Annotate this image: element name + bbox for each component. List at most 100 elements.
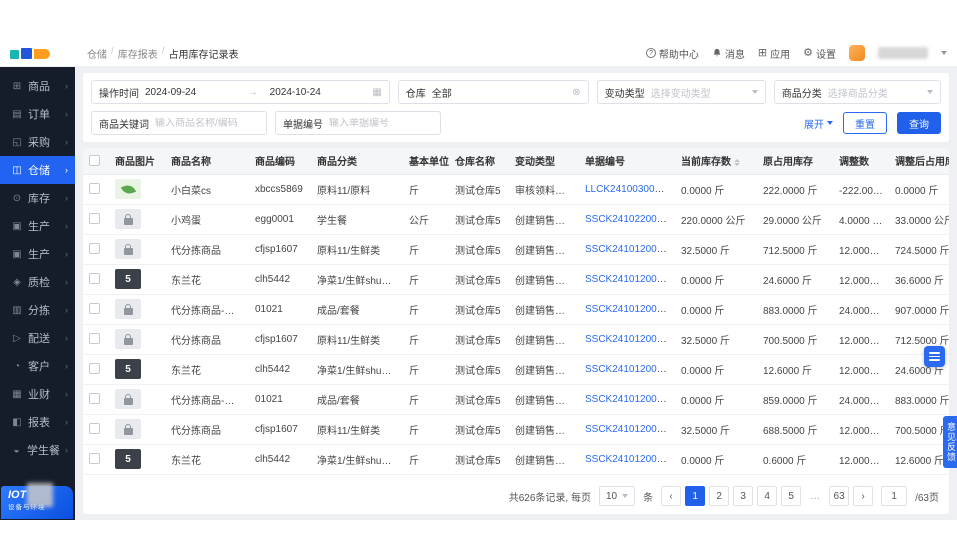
- messages-link[interactable]: 消息: [712, 46, 745, 61]
- product-image[interactable]: [115, 389, 141, 409]
- sidebar-item-finance[interactable]: ▦ 业财 ›: [0, 380, 75, 408]
- keyword-input[interactable]: [155, 117, 259, 129]
- sidebar-item-report[interactable]: ◧ 报表 ›: [0, 408, 75, 436]
- prev-page-button[interactable]: ‹: [661, 486, 682, 506]
- cell-unit: 斤: [403, 324, 449, 355]
- row-checkbox[interactable]: [89, 273, 100, 285]
- product-image[interactable]: [115, 419, 141, 439]
- page-button[interactable]: 5: [781, 486, 802, 506]
- sidebar-item-inventory[interactable]: ⊙ 库存 ›: [0, 184, 75, 212]
- product-image[interactable]: [115, 329, 141, 349]
- product-image[interactable]: [115, 209, 141, 229]
- cell-image: 5: [109, 354, 165, 385]
- page-jump-input[interactable]: 1: [881, 486, 908, 506]
- sidebar-item-delivery[interactable]: ▷ 配送 ›: [0, 324, 75, 352]
- document-number-link[interactable]: SSCK24101200002: [585, 424, 673, 435]
- row-checkbox[interactable]: [89, 333, 100, 345]
- sidebar-item-orders[interactable]: ▤ 订单 ›: [0, 100, 75, 128]
- page-button[interactable]: 2: [709, 486, 730, 506]
- date-from-value[interactable]: 2024-09-24: [145, 87, 242, 98]
- floating-list-button[interactable]: [924, 346, 945, 367]
- document-number-link[interactable]: SSCK24101200004: [585, 244, 673, 255]
- product-image[interactable]: [115, 179, 141, 199]
- chevron-right-icon: ›: [65, 193, 68, 203]
- warehouse-select[interactable]: 仓库 全部 ⊗: [397, 80, 589, 104]
- docno-input[interactable]: [329, 117, 433, 129]
- cell-adj: -222.0000 斤: [833, 174, 889, 205]
- table-row: 代分拣商品-单位换算01021成品/套餐斤测试仓库5创建销售出库 SSCK2410…: [83, 384, 949, 415]
- apps-link[interactable]: ⊞ 应用: [758, 46, 790, 61]
- document-number-link[interactable]: SSCK24101200002: [585, 394, 673, 405]
- avatar[interactable]: [849, 45, 865, 61]
- sort-icon[interactable]: [734, 159, 740, 167]
- product-image[interactable]: 5: [115, 449, 141, 469]
- next-page-button[interactable]: ›: [853, 486, 874, 506]
- document-number-link[interactable]: SSCK24101200002: [585, 364, 673, 375]
- page-button[interactable]: 63: [829, 486, 850, 506]
- sidebar-item-warehouse[interactable]: ◫ 仓储 ›: [0, 156, 75, 184]
- sorting-icon: ▥: [12, 304, 22, 316]
- row-checkbox[interactable]: [89, 423, 100, 435]
- row-checkbox[interactable]: [89, 363, 100, 375]
- product-image[interactable]: 5: [115, 269, 141, 289]
- cell-name: 东兰花: [165, 444, 249, 475]
- table-scroll-area[interactable]: 商品图片 商品名称 商品编码 商品分类 基本单位 仓库名称 变动类型 单据编号 当前库存数 原占用…: [83, 148, 949, 475]
- product-image[interactable]: 5: [115, 359, 141, 379]
- cell-image: [109, 324, 165, 355]
- filter-row-1: 操作时间 2024-09-24 → 2024-10-24 ▦ 仓库 全部 ⊗ 变…: [91, 80, 941, 104]
- cell-type: 创建销售出库: [509, 204, 579, 235]
- page-button[interactable]: 4: [757, 486, 778, 506]
- product-image[interactable]: [115, 239, 141, 259]
- date-range-picker[interactable]: 操作时间 2024-09-24 → 2024-10-24 ▦: [91, 80, 390, 104]
- page-button[interactable]: 1: [685, 486, 706, 506]
- user-menu-caret-icon[interactable]: [941, 51, 947, 55]
- sidebar-item-quality[interactable]: ◈ 质检 ›: [0, 268, 75, 296]
- row-checkbox[interactable]: [89, 453, 100, 465]
- sidebar-item-production[interactable]: ▣ 生产 ›: [0, 212, 75, 240]
- document-number-link[interactable]: LLCK24100300001: [585, 184, 671, 195]
- date-to-value[interactable]: 2024-10-24: [264, 87, 367, 98]
- document-number-link[interactable]: SSCK24101200003: [585, 274, 673, 285]
- select-all-checkbox[interactable]: [89, 155, 100, 167]
- settings-link[interactable]: ⚙ 设置: [803, 46, 836, 61]
- row-checkbox[interactable]: [89, 393, 100, 405]
- cell-after: 724.5000 斤: [889, 234, 949, 265]
- cell-checkbox: [83, 384, 109, 415]
- search-button[interactable]: 查询: [897, 112, 941, 134]
- row-checkbox[interactable]: [89, 243, 100, 255]
- change-type-select[interactable]: 变动类型 选择变动类型: [596, 80, 766, 104]
- expand-toggle[interactable]: 展开: [804, 116, 833, 131]
- document-number-link[interactable]: SSCK24102200001: [585, 214, 673, 225]
- feedback-tab[interactable]: 意见反馈: [943, 416, 957, 468]
- sidebar-item-meal[interactable]: ◒ 学生餐 ›: [0, 436, 75, 464]
- column-header[interactable]: 当前库存数: [675, 148, 757, 175]
- cell-image: [109, 414, 165, 445]
- row-checkbox[interactable]: [89, 303, 100, 315]
- page-button[interactable]: 3: [733, 486, 754, 506]
- breadcrumb-item[interactable]: 库存报表: [118, 46, 158, 61]
- clear-icon[interactable]: ⊗: [572, 87, 580, 98]
- page-size-select[interactable]: 10: [598, 486, 636, 506]
- cell-cur: 0.0000 斤: [675, 294, 757, 325]
- help-center-link[interactable]: ? 帮助中心: [645, 46, 699, 61]
- sidebar-item-purchase[interactable]: ◱ 采购 ›: [0, 128, 75, 156]
- sidebar-item-production[interactable]: ▣ 生产 ›: [0, 240, 75, 268]
- cell-doc: SSCK24101200002: [579, 384, 675, 415]
- chevron-down-icon: [751, 90, 758, 94]
- breadcrumb-item[interactable]: 仓储: [87, 46, 107, 61]
- cell-type: 创建销售出库: [509, 294, 579, 325]
- row-checkbox[interactable]: [89, 213, 100, 225]
- column-header: 调整数: [833, 148, 889, 175]
- reset-button[interactable]: 重置: [843, 112, 887, 134]
- cell-checkbox: [83, 324, 109, 355]
- sidebar-item-customer[interactable]: ◔ 客户 ›: [0, 352, 75, 380]
- cell-wh: 测试仓库5: [449, 384, 509, 415]
- product-image[interactable]: [115, 299, 141, 319]
- row-checkbox[interactable]: [89, 183, 100, 195]
- sidebar-item-goods[interactable]: ⊞ 商品 ›: [0, 72, 75, 100]
- document-number-link[interactable]: SSCK24101200001: [585, 454, 673, 465]
- document-number-link[interactable]: SSCK24101200003: [585, 334, 673, 345]
- sidebar-item-sorting[interactable]: ▥ 分拣 ›: [0, 296, 75, 324]
- document-number-link[interactable]: SSCK24101200003: [585, 304, 673, 315]
- category-select[interactable]: 商品分类 选择商品分类: [773, 80, 941, 104]
